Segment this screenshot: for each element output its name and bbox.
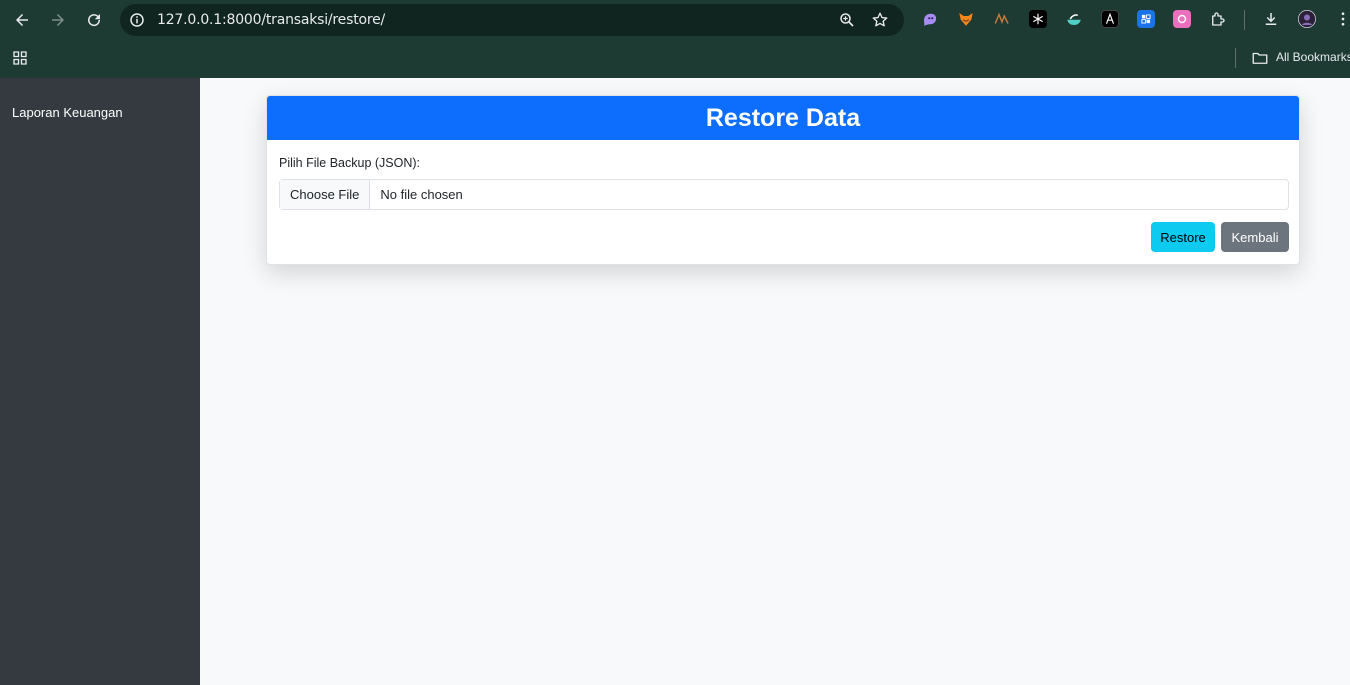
bookmarks-bar: All Bookmarks bbox=[0, 40, 1350, 78]
file-input-label: Pilih File Backup (JSON): bbox=[279, 156, 421, 170]
snowflake-extension-icon[interactable] bbox=[1029, 10, 1047, 28]
avatar[interactable] bbox=[1298, 10, 1316, 28]
bookmarks-separator bbox=[1235, 48, 1236, 68]
backup-file-input[interactable]: Choose File No file chosen bbox=[279, 179, 1289, 210]
apps-grid-icon[interactable] bbox=[11, 49, 29, 67]
toolbar-separator bbox=[1244, 10, 1245, 30]
forward-arrow-icon[interactable] bbox=[46, 8, 70, 32]
boat-extension-icon[interactable] bbox=[1065, 10, 1083, 28]
back-button[interactable]: Kembali bbox=[1221, 222, 1289, 252]
zoom-icon[interactable] bbox=[838, 11, 856, 29]
browser-chrome: 127.0.0.1:8000/transaksi/restore/ All Bo… bbox=[0, 0, 1350, 78]
reload-icon[interactable] bbox=[82, 8, 106, 32]
back-arrow-icon[interactable] bbox=[10, 8, 34, 32]
restore-button[interactable]: Restore bbox=[1151, 222, 1215, 252]
choose-file-button[interactable]: Choose File bbox=[280, 180, 371, 209]
circle-extension-icon[interactable] bbox=[1173, 10, 1191, 28]
wave-extension-icon[interactable] bbox=[993, 10, 1011, 28]
restore-card: Restore Data Pilih File Backup (JSON): C… bbox=[266, 95, 1300, 265]
card-header-title: Restore Data bbox=[267, 96, 1299, 140]
all-bookmarks-label[interactable]: All Bookmarks bbox=[1276, 50, 1350, 64]
grid-extension-icon[interactable] bbox=[1137, 10, 1155, 28]
browser-toolbar: 127.0.0.1:8000/transaksi/restore/ bbox=[0, 0, 1350, 40]
file-status-text: No file chosen bbox=[380, 187, 463, 202]
ghost-extension-icon[interactable] bbox=[921, 10, 939, 28]
site-info-icon[interactable] bbox=[128, 11, 146, 29]
url-text[interactable]: 127.0.0.1:8000/transaksi/restore/ bbox=[157, 12, 385, 28]
bookmark-star-icon[interactable] bbox=[871, 11, 889, 29]
folder-icon[interactable] bbox=[1251, 49, 1269, 67]
fox-extension-icon[interactable] bbox=[957, 10, 975, 28]
download-icon[interactable] bbox=[1262, 10, 1280, 28]
menu-dots-icon[interactable] bbox=[1334, 10, 1350, 28]
address-bar[interactable]: 127.0.0.1:8000/transaksi/restore/ bbox=[120, 4, 904, 36]
sidebar-brand-title[interactable]: Laporan Keuangan bbox=[12, 105, 123, 120]
sidebar: Laporan Keuangan bbox=[0, 78, 200, 685]
puzzle-extensions-icon[interactable] bbox=[1209, 10, 1227, 28]
a-extension-icon[interactable] bbox=[1101, 10, 1119, 28]
